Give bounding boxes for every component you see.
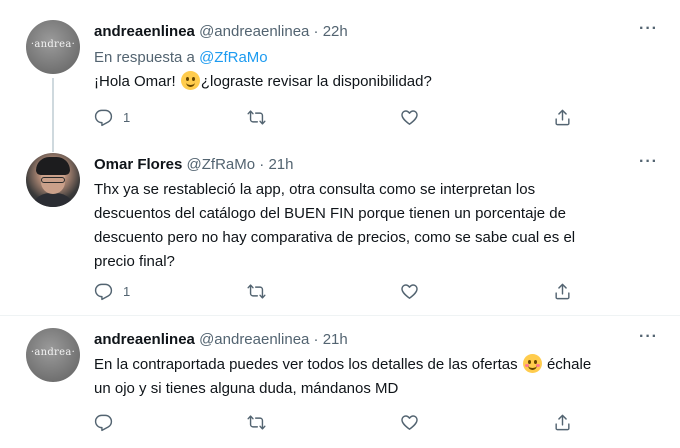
tweet-text-part: En la contraportada puedes ver todos los… [94,356,518,373]
display-name[interactable]: andreaenlinea [94,23,195,40]
display-name[interactable]: Omar Flores [94,156,182,173]
more-options-icon[interactable]: ··· [639,153,658,171]
reply-icon [94,283,113,301]
tweet-3[interactable]: ·andrea· andreaenlinea @andreaenlinea · … [0,316,680,448]
avatar-logo-text: ·andrea· [30,347,76,358]
like-button[interactable] [400,413,419,432]
reply-context: En respuesta a @ZfRaMo [94,49,268,66]
tweet-text: En la contraportada puedes ver todos los… [94,353,664,401]
tweet-text-line: descuento pero no hay comparativa de pre… [94,229,576,246]
handle[interactable]: @ZfRaMo [187,156,256,173]
avatar[interactable]: ·andrea· [26,328,80,382]
display-name[interactable]: andreaenlinea [94,331,195,348]
avatar[interactable]: ·andrea· [26,20,80,74]
tweet-text-line: un ojo y si tienes alguna duda, mándanos… [94,380,399,397]
retweet-icon [247,110,266,125]
handle[interactable]: @andreaenlinea [199,23,309,40]
more-options-icon[interactable]: ··· [639,20,658,38]
like-button[interactable] [400,282,419,301]
tweet-header: andreaenlinea @andreaenlinea · 21h [94,331,348,348]
avatar[interactable] [26,153,80,207]
tweet-text-part: ¿lograste revisar la disponibilidad? [200,73,432,90]
retweet-icon [247,284,266,299]
handle[interactable]: @andreaenlinea [199,331,309,348]
tweet-text-part: ¡Hola Omar! [94,73,176,90]
reply-button[interactable]: 1 [94,282,130,301]
timestamp[interactable]: · 22h [314,23,348,40]
share-button[interactable] [553,108,572,127]
tweet-header: andreaenlinea @andreaenlinea · 22h [94,23,348,40]
smiling-face-with-smiling-eyes-emoji [522,354,542,373]
avatar-logo-text: ·andrea· [30,39,76,50]
share-button[interactable] [553,413,572,432]
tweet-actions [94,413,574,435]
retweet-icon [247,415,266,430]
retweet-button[interactable] [247,108,266,127]
reply-button[interactable]: 1 [94,108,130,127]
retweet-button[interactable] [247,413,266,432]
reply-handle-link[interactable]: @ZfRaMo [199,49,268,66]
tweet-2[interactable]: Omar Flores @ZfRaMo · 21h ··· Thx ya se … [0,143,680,316]
share-icon [555,109,570,126]
tweet-text: Thx ya se restableció la app, otra consu… [94,178,664,274]
tweet-header: Omar Flores @ZfRaMo · 21h [94,156,294,173]
share-icon [555,414,570,431]
tweet-text-line: En la contraportada puedes ver todos los… [94,353,664,377]
tweet-text-part: échale [546,356,592,373]
share-button[interactable] [553,282,572,301]
tweet-text-line: Thx ya se restableció la app, otra consu… [94,181,536,198]
tweet-text-line: precio final? [94,253,175,270]
more-options-icon[interactable]: ··· [639,328,658,346]
retweet-button[interactable] [247,282,266,301]
reply-count: 1 [123,284,131,299]
reply-icon [94,109,113,127]
reply-icon [94,414,113,432]
timestamp[interactable]: · 21h [314,331,348,348]
tweet-text-line: descuentos del catálogo del BUEN FIN por… [94,205,566,222]
heart-icon [401,110,418,125]
tweet-1[interactable]: ·andrea· andreaenlinea @andreaenlinea · … [0,0,680,152]
heart-icon [401,415,418,430]
slightly-smiling-face-emoji [180,71,200,90]
tweet-actions: 1 [94,108,574,130]
tweet-text: ¡Hola Omar! ¿lograste revisar la disponi… [94,70,664,94]
reply-count: 1 [123,110,131,125]
reply-prefix: En respuesta a [94,49,195,66]
heart-icon [401,284,418,299]
reply-button[interactable] [94,413,123,432]
like-button[interactable] [400,108,419,127]
tweet-actions: 1 [94,282,574,304]
thread-line [52,78,54,152]
share-icon [555,283,570,300]
timestamp[interactable]: · 21h [259,156,293,173]
